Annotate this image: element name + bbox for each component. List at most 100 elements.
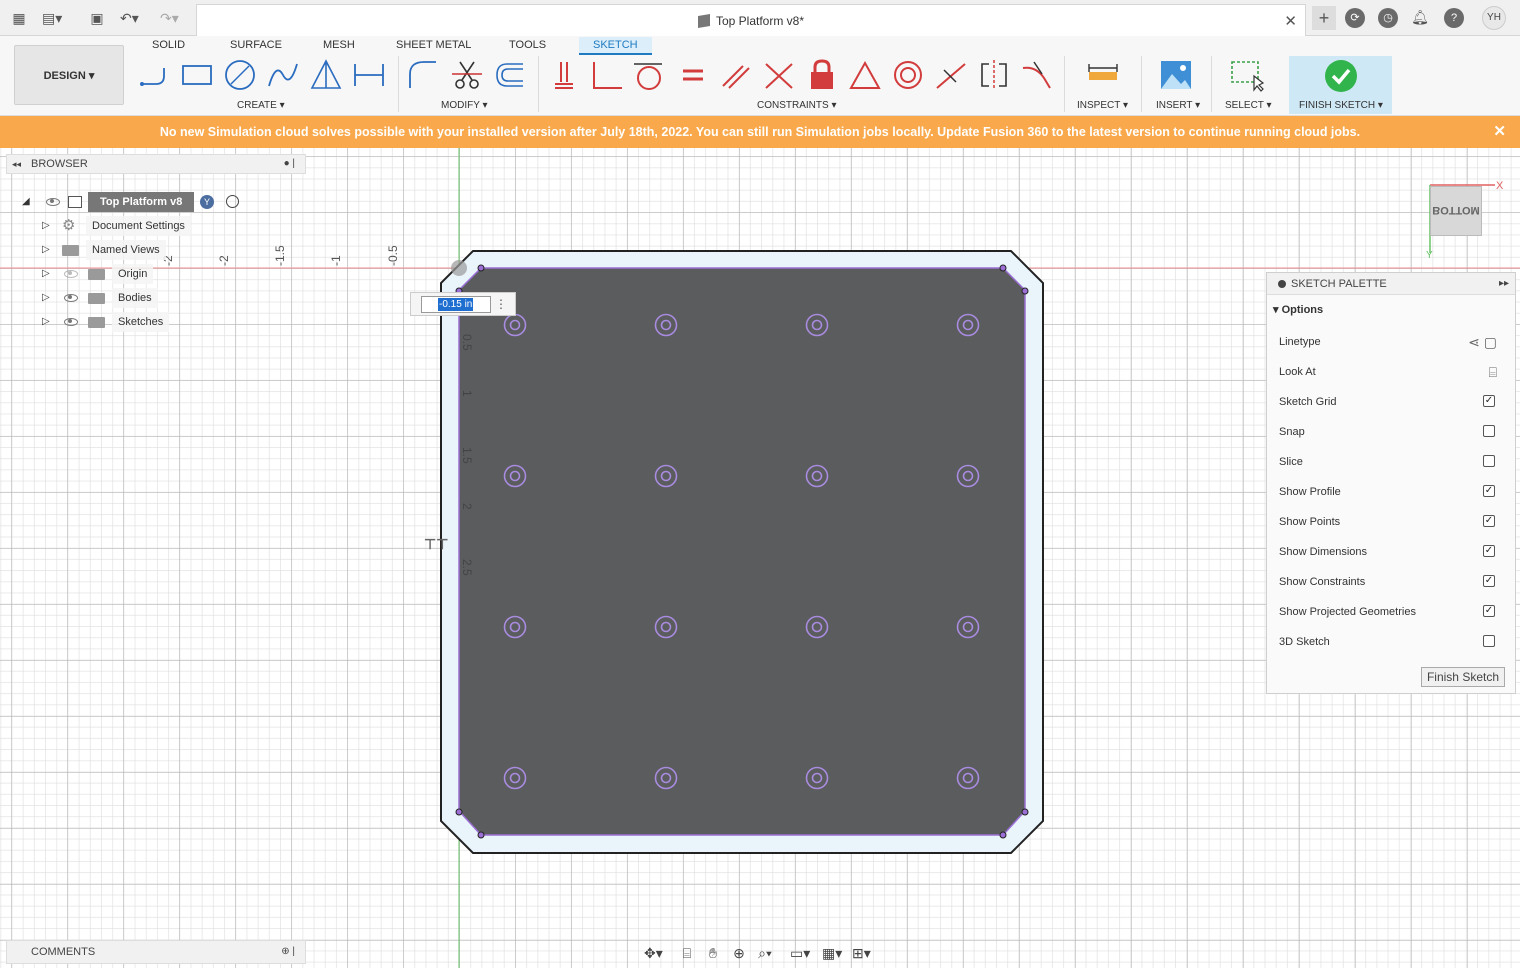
root-label[interactable]: Top Platform v8 <box>88 192 195 212</box>
viewports-icon[interactable]: ⊞▾ <box>852 944 871 962</box>
triangle-constraint-icon[interactable] <box>848 58 882 92</box>
horizontal-vertical-constraint-icon[interactable] <box>547 58 581 92</box>
concentric-constraint-icon[interactable] <box>891 58 925 92</box>
palette-checkbox[interactable]: ✓ <box>1483 395 1495 407</box>
select-tool-icon[interactable] <box>1230 58 1265 92</box>
redo-icon[interactable]: ↷▾ <box>160 9 179 27</box>
new-tab-icon[interactable]: + <box>1312 6 1336 30</box>
browser-item-origin[interactable]: ▷ Origin <box>6 264 206 284</box>
view-cube-face[interactable]: BOTTOM <box>1431 204 1481 216</box>
rectangle-tool-icon[interactable] <box>180 58 214 92</box>
tab-tools[interactable]: TOOLS <box>509 39 546 51</box>
eye-hidden-icon[interactable] <box>64 270 78 278</box>
activate-icon[interactable]: Y <box>200 195 214 209</box>
avatar[interactable]: YH <box>1482 6 1506 30</box>
tab-surface[interactable]: SURFACE <box>230 39 282 51</box>
add-comment-icon[interactable]: ⊕ | <box>281 941 295 963</box>
finish-sketch-button[interactable]: FINISH SKETCH ▾ <box>1289 56 1392 114</box>
document-tab[interactable]: Top Platform v8* ✕ <box>196 4 1306 36</box>
expand-icon[interactable]: ▷ <box>42 240 50 260</box>
polygon-tool-icon[interactable] <box>309 58 343 92</box>
equal-constraint-icon[interactable] <box>676 58 710 92</box>
dimension-value[interactable]: -0.15 in <box>438 298 474 311</box>
eye-icon[interactable] <box>46 198 60 206</box>
item-label[interactable]: Named Views <box>86 240 166 260</box>
browser-header[interactable]: ◂◂ BROWSER ● | <box>6 154 306 174</box>
palette-checkbox[interactable]: ✓ <box>1483 485 1495 497</box>
palette-checkbox[interactable]: ✓ <box>1483 605 1495 617</box>
circle-tool-icon[interactable] <box>223 58 257 92</box>
insert-group-label[interactable]: INSERT ▾ <box>1156 100 1200 111</box>
perpendicular-constraint-icon[interactable] <box>762 58 796 92</box>
palette-row[interactable]: Linetype ⋖ ▢ <box>1279 327 1505 357</box>
fit-icon[interactable]: ⌕▾ <box>756 944 774 962</box>
browser-item-named-views[interactable]: ▷ Named Views <box>6 240 206 260</box>
grid-settings-icon[interactable]: ▦▾ <box>822 944 842 962</box>
pin-icon[interactable]: ● | <box>284 155 295 173</box>
item-label[interactable]: Document Settings <box>86 216 191 236</box>
palette-checkbox[interactable]: ✓ <box>1483 515 1495 527</box>
dimension-tool-icon[interactable] <box>352 58 386 92</box>
insert-image-icon[interactable] <box>1159 58 1193 92</box>
palette-row[interactable]: Snap <box>1279 417 1505 447</box>
palette-row[interactable]: 3D Sketch <box>1279 627 1505 657</box>
palette-row[interactable]: Show Constraints ✓ <box>1279 567 1505 597</box>
notifications-icon[interactable]: 🔔︎ <box>1411 8 1429 26</box>
orbit-icon[interactable]: ✥▾ <box>644 944 663 962</box>
expand-icon[interactable]: ▷ <box>42 288 50 308</box>
expand-icon[interactable]: ▷ <box>42 312 50 332</box>
finish-sketch-palette-button[interactable]: Finish Sketch <box>1420 667 1505 687</box>
view-cube[interactable]: BOTTOM <box>1430 186 1482 236</box>
tab-mesh[interactable]: MESH <box>323 39 355 51</box>
palette-header[interactable]: SKETCH PALETTE ▸▸ <box>1267 273 1515 295</box>
browser-item-document-settings[interactable]: ▷ ⚙ Document Settings <box>6 216 206 236</box>
sync-icon[interactable]: ⟳ <box>1345 8 1365 28</box>
line-tool-icon[interactable] <box>138 58 172 92</box>
palette-row[interactable]: Show Profile ✓ <box>1279 477 1505 507</box>
display-settings-icon[interactable]: ▭▾ <box>790 944 810 962</box>
expand-icon[interactable]: ◢ <box>22 192 30 212</box>
item-label[interactable]: Origin <box>112 264 154 284</box>
palette-row[interactable]: Slice <box>1279 447 1505 477</box>
more-options-icon[interactable]: ⋮ <box>495 297 507 311</box>
trim-tool-icon[interactable] <box>450 58 484 92</box>
eye-icon[interactable] <box>64 318 78 326</box>
close-tab-icon[interactable]: ✕ <box>1284 12 1297 30</box>
item-label[interactable]: Bodies <box>112 288 158 308</box>
save-icon[interactable]: ▣ <box>88 9 106 27</box>
tab-sheet-metal[interactable]: SHEET METAL <box>396 39 471 51</box>
curvature-constraint-icon[interactable] <box>1020 58 1054 92</box>
close-icon[interactable]: ✕ <box>1493 116 1506 148</box>
browser-root[interactable]: ◢ Top Platform v8 Y <box>6 192 306 212</box>
options-section-header[interactable]: ▾ Options <box>1273 303 1323 316</box>
modify-group-label[interactable]: MODIFY ▾ <box>441 100 488 111</box>
parallel-constraint-icon[interactable] <box>719 58 753 92</box>
tab-sketch[interactable]: SKETCH <box>579 37 652 55</box>
fix-constraint-icon[interactable] <box>805 58 839 92</box>
arc-tool-icon[interactable] <box>266 58 300 92</box>
undo-icon[interactable]: ↶▾ <box>120 9 139 27</box>
palette-checkbox[interactable] <box>1483 635 1495 647</box>
midpoint-constraint-icon[interactable] <box>934 58 968 92</box>
palette-checkbox[interactable]: ✓ <box>1483 575 1495 587</box>
symmetry-constraint-icon[interactable] <box>977 58 1011 92</box>
linetype-icon[interactable]: ⋖ ▢ <box>1468 327 1497 357</box>
expand-icon[interactable]: ▷ <box>42 216 50 236</box>
inspect-group-label[interactable]: INSPECT ▾ <box>1077 100 1128 111</box>
offset-tool-icon[interactable] <box>493 58 527 92</box>
comments-panel[interactable]: COMMENTS ⊕ | <box>6 940 306 964</box>
palette-row[interactable]: Show Projected Geometries ✓ <box>1279 597 1505 627</box>
palette-row[interactable]: Show Points ✓ <box>1279 507 1505 537</box>
palette-checkbox[interactable] <box>1483 455 1495 467</box>
coincident-constraint-icon[interactable] <box>590 58 624 92</box>
look-at-icon[interactable]: ⌸ <box>1489 357 1497 387</box>
browser-item-sketches[interactable]: ▷ Sketches <box>6 312 206 332</box>
job-status-icon[interactable]: ◷ <box>1378 8 1398 28</box>
pan-icon[interactable]: ✋︎ <box>704 944 722 962</box>
zoom-icon[interactable]: ⊕ <box>730 944 748 962</box>
radio-icon[interactable] <box>226 195 239 208</box>
help-icon[interactable]: ? <box>1444 8 1464 28</box>
palette-checkbox[interactable] <box>1483 425 1495 437</box>
palette-row[interactable]: Sketch Grid ✓ <box>1279 387 1505 417</box>
item-label[interactable]: Sketches <box>112 312 170 332</box>
